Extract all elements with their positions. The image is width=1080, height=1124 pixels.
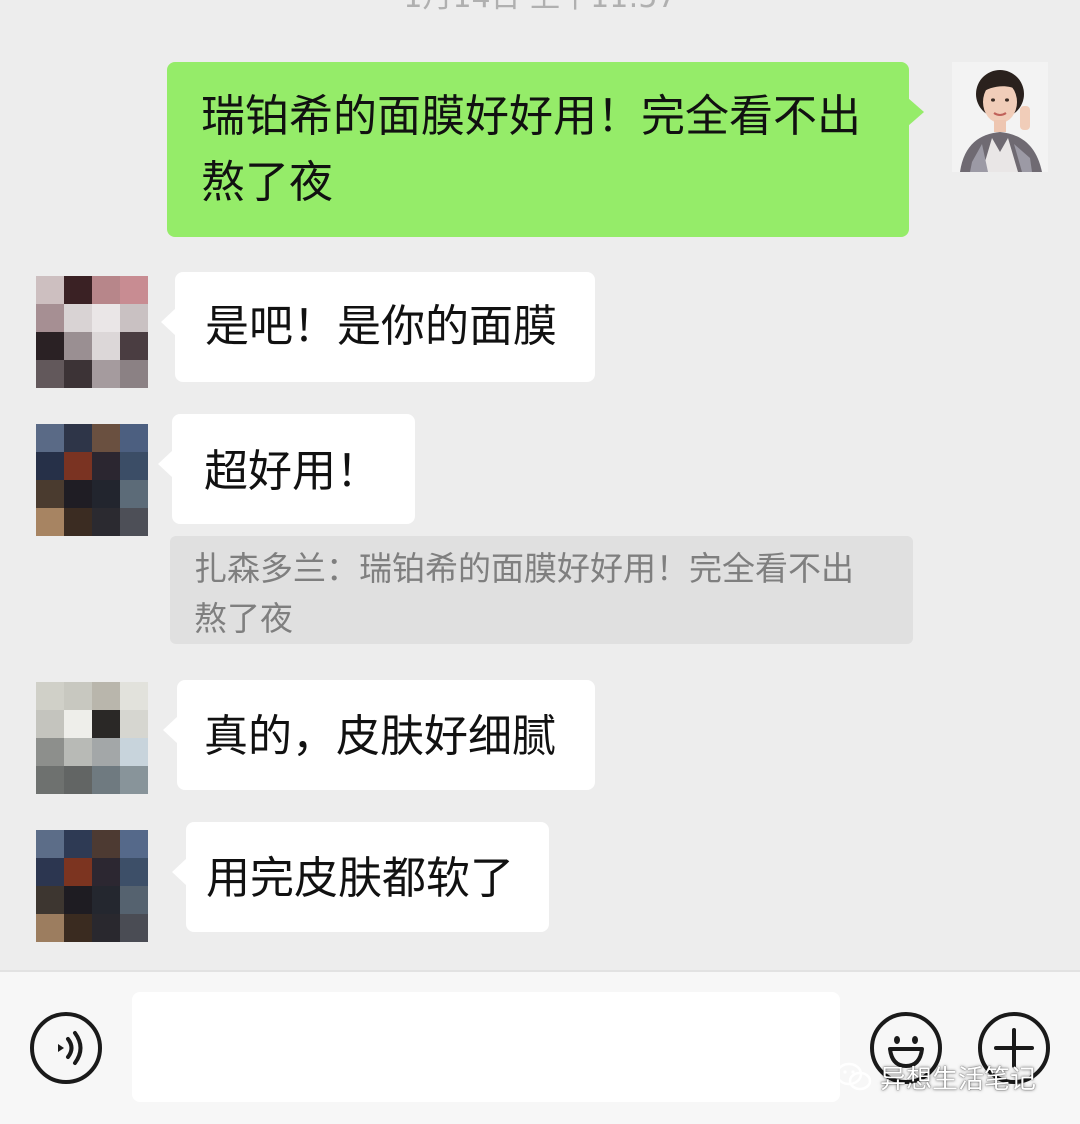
chat-timestamp: 1月14日 上午11:57 xyxy=(0,0,1080,18)
pixelated-avatar xyxy=(36,830,148,942)
message-text: 真的，皮肤好细腻 xyxy=(204,711,556,762)
contact-message-bubble[interactable]: 是吧！是你的面膜 xyxy=(161,272,595,382)
pixelated-avatar xyxy=(36,682,148,794)
contact-avatar[interactable] xyxy=(36,276,148,388)
self-avatar[interactable] xyxy=(952,62,1048,172)
pixelated-avatar xyxy=(36,424,148,536)
watermark-text: 异想生活笔记 xyxy=(880,1064,1037,1095)
quote-text: 扎森多兰：瑞铂希的面膜好好用！完全看不出熬了夜 xyxy=(194,549,854,638)
message-input[interactable] xyxy=(132,992,840,1102)
contact-avatar[interactable] xyxy=(36,682,148,794)
contact-message-bubble[interactable]: 超好用！ xyxy=(158,414,415,524)
contact-message-bubble[interactable]: 真的，皮肤好细腻 xyxy=(163,680,595,790)
avatar-photo xyxy=(952,62,1048,172)
message-text: 超好用！ xyxy=(204,446,380,497)
self-message-bubble[interactable]: 瑞铂希的面膜好好用！完全看不出熬了夜 xyxy=(167,62,924,237)
message-text: 瑞铂希的面膜好好用！完全看不出熬了夜 xyxy=(201,91,861,208)
quoted-message[interactable]: 扎森多兰：瑞铂希的面膜好好用！完全看不出熬了夜 xyxy=(170,536,913,644)
contact-message-bubble[interactable]: 用完皮肤都软了 xyxy=(172,822,549,932)
watermark: 异想生活笔记 xyxy=(834,1054,1036,1100)
contact-avatar[interactable] xyxy=(36,830,148,942)
input-bar xyxy=(0,970,1080,1124)
voice-input-button[interactable] xyxy=(30,1012,102,1084)
contact-avatar[interactable] xyxy=(36,424,148,536)
voice-icon xyxy=(58,1031,83,1065)
pixelated-avatar xyxy=(36,276,148,388)
message-text: 是吧！是你的面膜 xyxy=(205,301,557,352)
message-text: 用完皮肤都软了 xyxy=(206,853,514,904)
wechat-icon xyxy=(835,1062,872,1091)
